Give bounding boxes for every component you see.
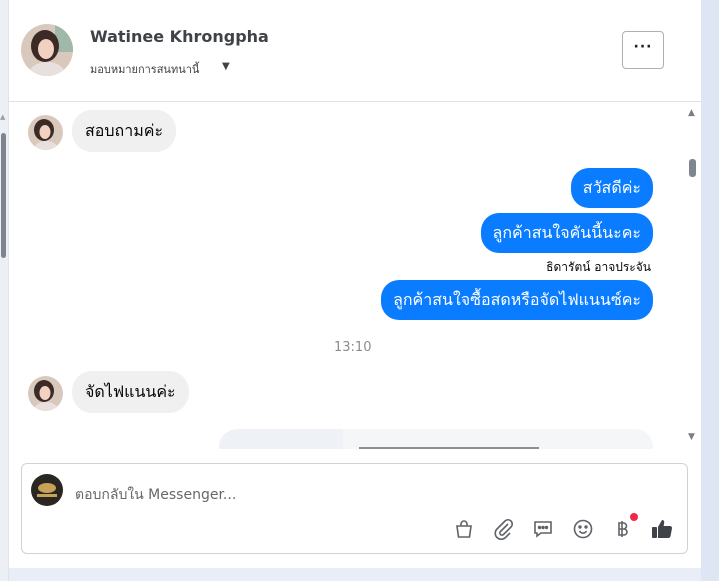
contact-name[interactable]: Watinee Khrongpha — [90, 27, 269, 46]
incoming-message[interactable]: สอบถามค่ะ — [72, 110, 177, 152]
thumbs-up-icon[interactable] — [650, 517, 674, 541]
scroll-down-arrow-icon[interactable]: ▼ — [688, 432, 695, 442]
shopping-bag-icon[interactable] — [452, 517, 476, 541]
conversation-header: Watinee Khrongpha มอบหมายการสนทนานี้ ▼ ·… — [9, 0, 701, 102]
message-timestamp: 13:10 — [334, 340, 372, 355]
left-scrollbar[interactable]: ▲ — [0, 0, 9, 581]
reply-input[interactable]: ตอบกลับใน Messenger... — [75, 484, 236, 506]
reply-composer[interactable]: ตอบกลับใน Messenger... — [21, 463, 688, 554]
assign-conversation-link[interactable]: มอบหมายการสนทนานี้ — [90, 60, 199, 78]
outgoing-message[interactable]: ลูกค้าสนใจคันนี้นะคะ — [480, 213, 653, 253]
paperclip-icon[interactable] — [492, 517, 516, 541]
scrollbar-thumb[interactable] — [1, 133, 6, 258]
emoji-icon[interactable] — [571, 517, 595, 541]
notification-dot — [630, 513, 638, 521]
scroll-up-arrow-icon[interactable]: ▲ — [688, 108, 695, 118]
baht-payment-icon[interactable] — [610, 517, 634, 541]
caret-down-icon[interactable]: ▼ — [222, 61, 230, 72]
conversation-panel: Watinee Khrongpha มอบหมายการสนทนานี้ ▼ ·… — [9, 0, 701, 568]
page-avatar — [31, 474, 63, 506]
message-scrollbar[interactable]: ▲ ▼ — [685, 104, 701, 449]
outgoing-message[interactable]: สวัสดีค่ะ — [570, 168, 653, 208]
page-background — [701, 0, 719, 581]
incoming-message[interactable]: จัดไฟแนนค่ะ — [72, 371, 189, 413]
message-list: สอบถามค่ะ สวัสดีค่ะ ลูกค้าสนใจคันนี้นะคะ… — [9, 102, 701, 449]
quick-reply-icon[interactable] — [531, 517, 555, 541]
contact-avatar[interactable] — [21, 24, 73, 76]
contact-avatar-small — [28, 376, 63, 411]
scroll-up-arrow-icon[interactable]: ▲ — [0, 113, 5, 121]
outgoing-message[interactable]: ลูกค้าสนใจซื้อสดหรือจัดไฟแนนซ์คะ — [381, 280, 653, 320]
more-options-button[interactable]: ··· — [622, 31, 664, 69]
sender-name: ธิดารัตน์ อาจประจัน — [546, 260, 651, 274]
image-preview — [343, 429, 653, 449]
contact-avatar-small — [28, 115, 63, 150]
scrollbar-thumb[interactable] — [689, 159, 696, 177]
image-attachment[interactable] — [219, 429, 653, 449]
image-detail — [359, 447, 539, 449]
